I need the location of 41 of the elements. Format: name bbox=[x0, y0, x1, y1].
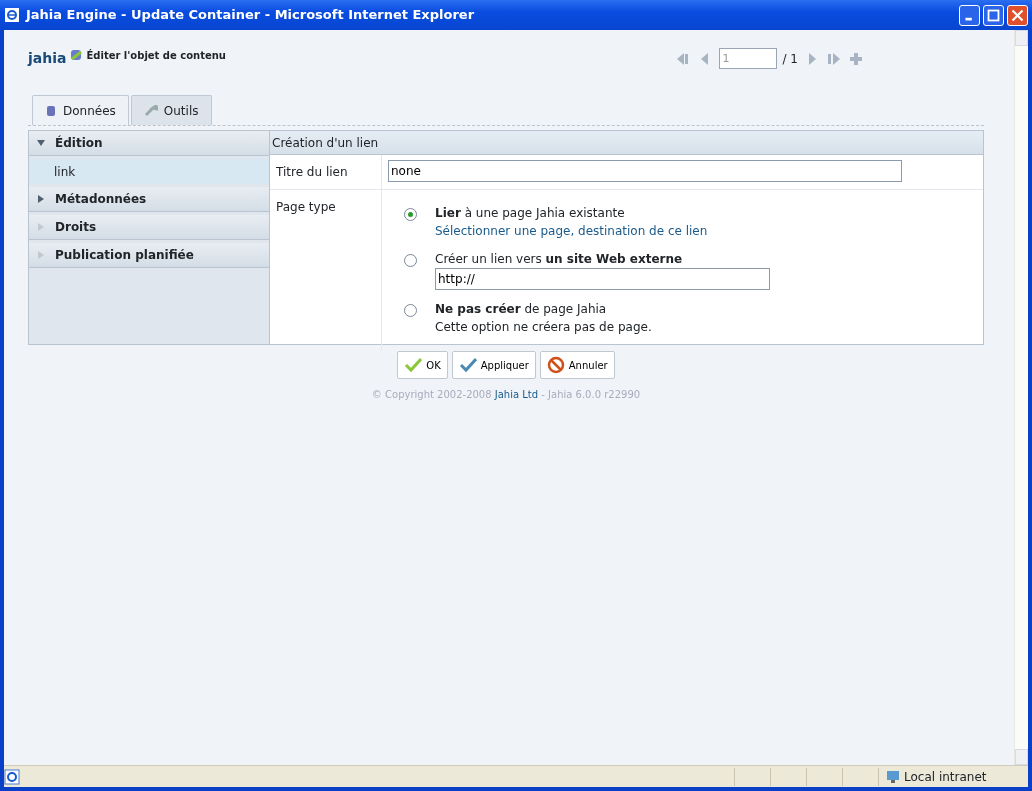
page-select-link[interactable]: Sélectionner une page, destination de ce lien bbox=[435, 222, 708, 240]
title-field[interactable]: none bbox=[388, 160, 902, 182]
close-button[interactable] bbox=[1007, 4, 1028, 26]
ok-button[interactable]: OK bbox=[397, 351, 448, 379]
sidebar-section[interactable]: Métadonnées bbox=[29, 187, 269, 212]
option-label: Créer un lien vers un site Web externe bbox=[435, 251, 684, 268]
sidebar-item[interactable]: link bbox=[29, 159, 269, 184]
copyright-text: © Copyright 2002-2008 Jahia Ltd - Jahia 6.0.0 r22990 bbox=[371, 389, 641, 400]
check-icon bbox=[404, 356, 423, 374]
scroll-up-button[interactable] bbox=[1015, 30, 1028, 46]
tab[interactable]: Outils bbox=[130, 95, 212, 125]
check-icon bbox=[458, 356, 477, 374]
tab[interactable]: Données bbox=[32, 95, 129, 125]
radio-button[interactable] bbox=[404, 254, 417, 267]
minimize-button[interactable] bbox=[959, 4, 980, 26]
radio-button[interactable] bbox=[404, 208, 417, 221]
editor-title: Éditer l'objet de contenu bbox=[86, 48, 226, 63]
logo: jahia bbox=[28, 49, 67, 68]
cancel-button[interactable]: Annuler bbox=[539, 351, 615, 379]
apply-button[interactable]: Appliquer bbox=[451, 351, 536, 379]
url-field[interactable]: http:// bbox=[435, 268, 770, 290]
form-title: Création d'un lien bbox=[270, 131, 983, 155]
last-page-icon[interactable] bbox=[826, 50, 842, 67]
maximize-button[interactable] bbox=[983, 4, 1004, 26]
add-icon[interactable] bbox=[848, 50, 864, 67]
sidebar-section[interactable]: Édition bbox=[29, 131, 269, 156]
company-link[interactable]: Jahia Ltd bbox=[494, 389, 539, 400]
browser-icon bbox=[4, 7, 20, 23]
option-label: Lier à une page Jahia existante bbox=[435, 205, 626, 222]
no-entry-icon bbox=[546, 356, 565, 374]
field-label: Titre du lien bbox=[270, 155, 382, 189]
radio-button[interactable] bbox=[404, 304, 417, 317]
option-label: Ne pas créer de page Jahia bbox=[435, 301, 608, 318]
browser-icon bbox=[4, 768, 20, 785]
zone-label: Local intranet bbox=[904, 768, 987, 786]
page-total: / 1 bbox=[782, 50, 798, 68]
field-label: Page type bbox=[270, 190, 382, 351]
network-icon bbox=[885, 768, 901, 785]
scroll-down-button[interactable] bbox=[1015, 749, 1028, 765]
window-title: Jahia Engine - Update Container - Microsoft Internet Explorer bbox=[26, 6, 475, 25]
option-description: Cette option ne créera pas de page. bbox=[435, 319, 652, 336]
